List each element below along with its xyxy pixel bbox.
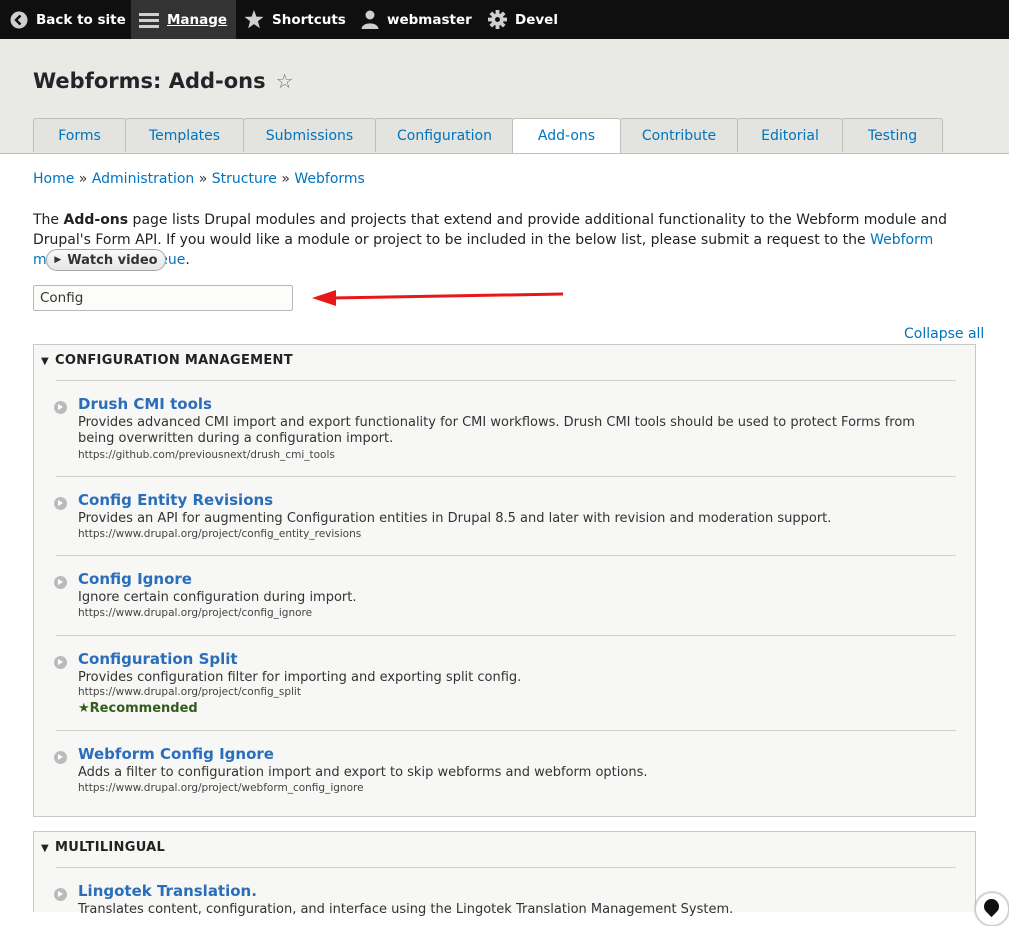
section-title: CONFIGURATION MANAGEMENT bbox=[55, 353, 293, 368]
divider bbox=[56, 867, 956, 868]
tab-templates[interactable]: Templates bbox=[125, 118, 244, 152]
devel-label: Devel bbox=[515, 11, 558, 28]
tab-forms[interactable]: Forms bbox=[33, 118, 126, 152]
tab-label: Contribute bbox=[641, 127, 717, 144]
back-arrow-icon bbox=[10, 11, 28, 28]
tab-label: Submissions bbox=[265, 127, 354, 144]
divider bbox=[56, 635, 956, 636]
tab-label: Testing bbox=[867, 127, 918, 144]
triangle-down-icon: ▼ bbox=[41, 843, 49, 854]
addon-url[interactable]: https://www.drupal.org/project/config_sp… bbox=[78, 686, 301, 698]
tab-add-ons[interactable]: Add-ons bbox=[512, 118, 621, 153]
red-arrow-annotation-icon bbox=[312, 290, 564, 306]
tab-label: Editorial bbox=[761, 127, 819, 144]
chevron-right-icon bbox=[54, 576, 67, 589]
tab-submissions[interactable]: Submissions bbox=[243, 118, 376, 152]
addon-title-link[interactable]: Config Ignore bbox=[78, 570, 192, 588]
chevron-right-icon bbox=[54, 497, 67, 510]
user-label: webmaster bbox=[387, 11, 472, 28]
tab-testing[interactable]: Testing bbox=[842, 118, 943, 152]
user-tab[interactable]: webmaster bbox=[361, 0, 472, 39]
section-title: MULTILINGUAL bbox=[55, 840, 166, 855]
tab-label: Configuration bbox=[397, 127, 492, 144]
tab-editorial[interactable]: Editorial bbox=[737, 118, 843, 152]
section-multilingual: ▼ MULTILINGUAL Lingotek Translation. Tran… bbox=[33, 831, 976, 917]
addon-title-link[interactable]: Config Entity Revisions bbox=[78, 491, 273, 509]
triangle-down-icon: ▼ bbox=[41, 356, 49, 367]
watch-video-label: Watch video bbox=[67, 252, 158, 268]
addon-url[interactable]: https://www.drupal.org/project/config_ig… bbox=[78, 607, 312, 619]
breadcrumb-separator: » bbox=[281, 171, 290, 187]
manage-label: Manage bbox=[167, 11, 228, 28]
admin-toolbar: Back to site Manage Shortcuts webmaster … bbox=[0, 0, 1009, 39]
star-icon bbox=[244, 10, 264, 29]
breadcrumb-structure[interactable]: Structure bbox=[212, 171, 277, 187]
addon-description: Adds a filter to configuration import an… bbox=[78, 765, 648, 780]
addon-title-link[interactable]: Drush CMI tools bbox=[78, 395, 212, 413]
addon-title-link[interactable]: Webform Config Ignore bbox=[78, 745, 274, 763]
back-to-site-label: Back to site bbox=[36, 11, 126, 28]
shortcuts-label: Shortcuts bbox=[272, 11, 346, 28]
manage-tab[interactable]: Manage bbox=[131, 0, 236, 39]
page-header: Webforms: Add-ons ☆ Forms Templates Subm… bbox=[0, 39, 1009, 154]
intro-part: page lists Drupal modules and projects t… bbox=[33, 212, 948, 248]
tab-label: Templates bbox=[148, 127, 221, 144]
breadcrumb-administration[interactable]: Administration bbox=[92, 171, 194, 187]
intro-bold: Add-ons bbox=[63, 212, 129, 228]
addon-url[interactable]: https://www.drupal.org/project/webform_c… bbox=[78, 782, 364, 794]
watch-video-button[interactable]: ▶ Watch video bbox=[46, 249, 166, 271]
intro-part: The bbox=[33, 212, 64, 228]
addon-url[interactable]: https://www.drupal.org/project/config_en… bbox=[78, 528, 361, 540]
user-icon bbox=[361, 10, 379, 29]
shortcut-star-icon[interactable]: ☆ bbox=[276, 69, 294, 93]
divider bbox=[56, 380, 956, 381]
breadcrumb-home[interactable]: Home bbox=[33, 171, 74, 187]
addon-description: Translates content, configuration, and i… bbox=[78, 902, 734, 917]
addon-description: Provides an API for augmenting Configura… bbox=[78, 511, 832, 526]
chevron-right-icon bbox=[54, 656, 67, 669]
breadcrumb-separator: » bbox=[78, 171, 88, 187]
addons-filter-input[interactable] bbox=[33, 285, 293, 311]
breadcrumb: Home » Administration » Structure » Webf… bbox=[33, 171, 365, 187]
tab-contribute[interactable]: Contribute bbox=[620, 118, 738, 152]
addon-title-link[interactable]: Configuration Split bbox=[78, 650, 238, 668]
addon-description: Provides advanced CMI import and export … bbox=[78, 415, 915, 446]
shortcuts-tab[interactable]: Shortcuts bbox=[244, 0, 346, 39]
intro-part: . bbox=[185, 252, 190, 268]
tab-label: Forms bbox=[58, 127, 101, 144]
page-title: Webforms: Add-ons ☆ bbox=[33, 69, 294, 93]
chevron-right-icon bbox=[54, 751, 67, 764]
chevron-right-icon bbox=[54, 888, 67, 901]
section-configuration-management: ▼ CONFIGURATION MANAGEMENT Drush CMI tool… bbox=[33, 344, 976, 817]
addon-description: Provides configuration filter for import… bbox=[78, 670, 522, 685]
collapse-all-link[interactable]: Collapse all bbox=[904, 326, 984, 342]
divider bbox=[56, 730, 956, 731]
addon-url[interactable]: https://github.com/previousnext/drush_cm… bbox=[78, 449, 335, 461]
hamburger-icon bbox=[139, 12, 159, 28]
tab-configuration[interactable]: Configuration bbox=[375, 118, 514, 152]
addon-title-link[interactable]: Lingotek Translation. bbox=[78, 882, 257, 900]
tab-label: Add-ons bbox=[537, 128, 596, 144]
intro-text: The Add-ons page lists Drupal modules an… bbox=[33, 210, 968, 270]
gear-icon bbox=[488, 10, 507, 29]
page-title-text: Webforms: Add-ons bbox=[33, 69, 266, 93]
breadcrumb-separator: » bbox=[198, 171, 208, 187]
play-icon: ▶ bbox=[54, 255, 62, 265]
chevron-right-icon bbox=[54, 401, 67, 414]
section-legend[interactable]: ▼ CONFIGURATION MANAGEMENT bbox=[41, 353, 293, 368]
recommended-badge: ★Recommended bbox=[78, 701, 198, 716]
addon-description: Ignore certain configuration during impo… bbox=[78, 590, 357, 605]
divider bbox=[56, 555, 956, 556]
drop-icon bbox=[980, 895, 1003, 918]
section-legend[interactable]: ▼ MULTILINGUAL bbox=[41, 840, 165, 855]
breadcrumb-webforms[interactable]: Webforms bbox=[294, 171, 364, 187]
divider bbox=[56, 476, 956, 477]
drupal-drop-icon[interactable] bbox=[975, 892, 1009, 926]
devel-tab[interactable]: Devel bbox=[488, 0, 558, 39]
back-to-site-link[interactable]: Back to site bbox=[10, 0, 126, 39]
